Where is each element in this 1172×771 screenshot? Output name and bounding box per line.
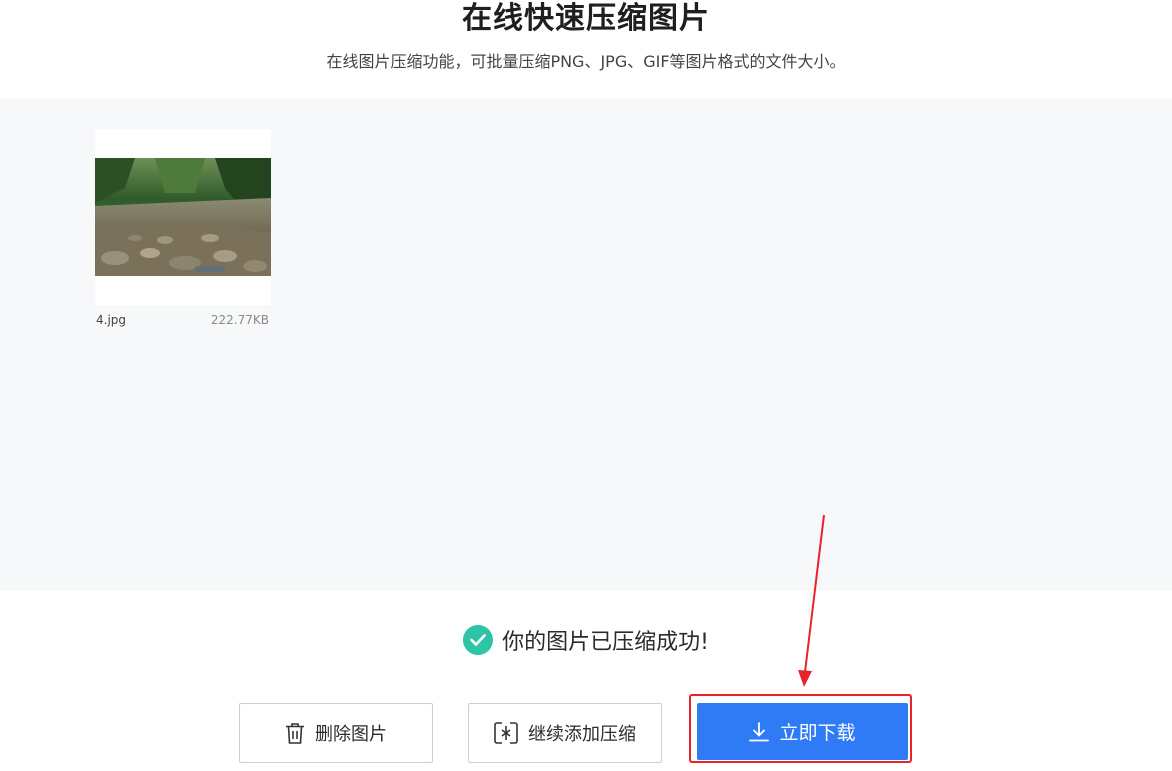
page-subtitle: 在线图片压缩功能，可批量压缩PNG、JPG、GIF等图片格式的文件大小。: [326, 52, 846, 71]
file-meta: 4.jpg 222.77KB: [95, 313, 271, 327]
page-header: 在线快速压缩图片 在线图片压缩功能，可批量压缩PNG、JPG、GIF等图片格式的…: [0, 0, 1172, 99]
delete-label: 删除图片: [315, 724, 387, 745]
download-label: 立即下载: [779, 722, 856, 744]
success-message: 你的图片已压缩成功!: [0, 624, 1172, 656]
continue-add-button[interactable]: 继续添加压缩: [468, 703, 662, 763]
success-text: 你的图片已压缩成功!: [502, 630, 709, 655]
file-name: 4.jpg: [96, 313, 127, 327]
river-forest-image: [95, 158, 271, 276]
compress-add-icon: [494, 722, 518, 744]
check-circle-icon: [463, 625, 494, 655]
download-icon: [749, 721, 770, 742]
file-size: 222.77KB: [210, 313, 269, 327]
file-workspace: 4.jpg 222.77KB: [0, 99, 1172, 591]
file-card[interactable]: 4.jpg 222.77KB: [95, 129, 271, 327]
file-thumbnail[interactable]: [95, 129, 271, 305]
delete-image-button[interactable]: 删除图片: [239, 703, 433, 763]
trash-icon: [285, 722, 305, 744]
download-button[interactable]: 立即下载: [697, 703, 908, 760]
page-title: 在线快速压缩图片: [462, 1, 710, 36]
add-label: 继续添加压缩: [528, 724, 636, 745]
